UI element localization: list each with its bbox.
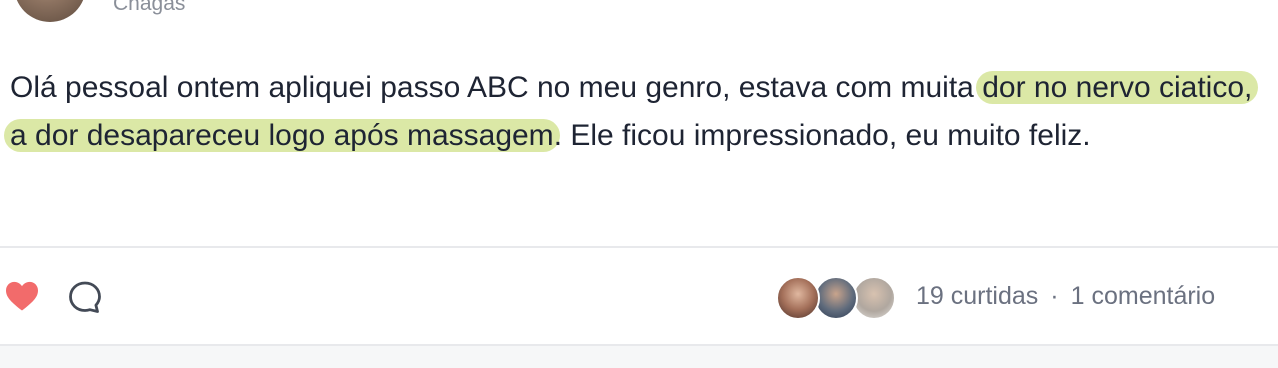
liker-avatars[interactable] [776,276,900,320]
likes-count[interactable]: 19 curtidas [916,282,1038,310]
liker-avatar [776,276,820,320]
heart-icon[interactable] [4,280,40,312]
liker-avatar [814,276,858,320]
comments-count[interactable]: 1 comentário [1071,282,1216,310]
post-body: Olá pessoal ontem apliquei passo ABC no … [4,64,1260,160]
comment-bubble-icon[interactable] [67,279,103,315]
post-text-after: . Ele ficou impressionado, eu muito feli… [553,119,1091,152]
divider-top [0,246,1278,248]
post-stats: 19 curtidas · 1 comentário [916,280,1215,312]
author-name[interactable]: Chagas [113,0,185,16]
liker-avatar [852,276,896,320]
footer-strip [0,346,1278,368]
author-row: Chagas [0,0,1278,30]
author-avatar[interactable] [14,0,86,22]
post-text-before: Olá pessoal ontem apliquei passo ABC no … [10,71,983,104]
stats-separator: · [1050,282,1059,310]
